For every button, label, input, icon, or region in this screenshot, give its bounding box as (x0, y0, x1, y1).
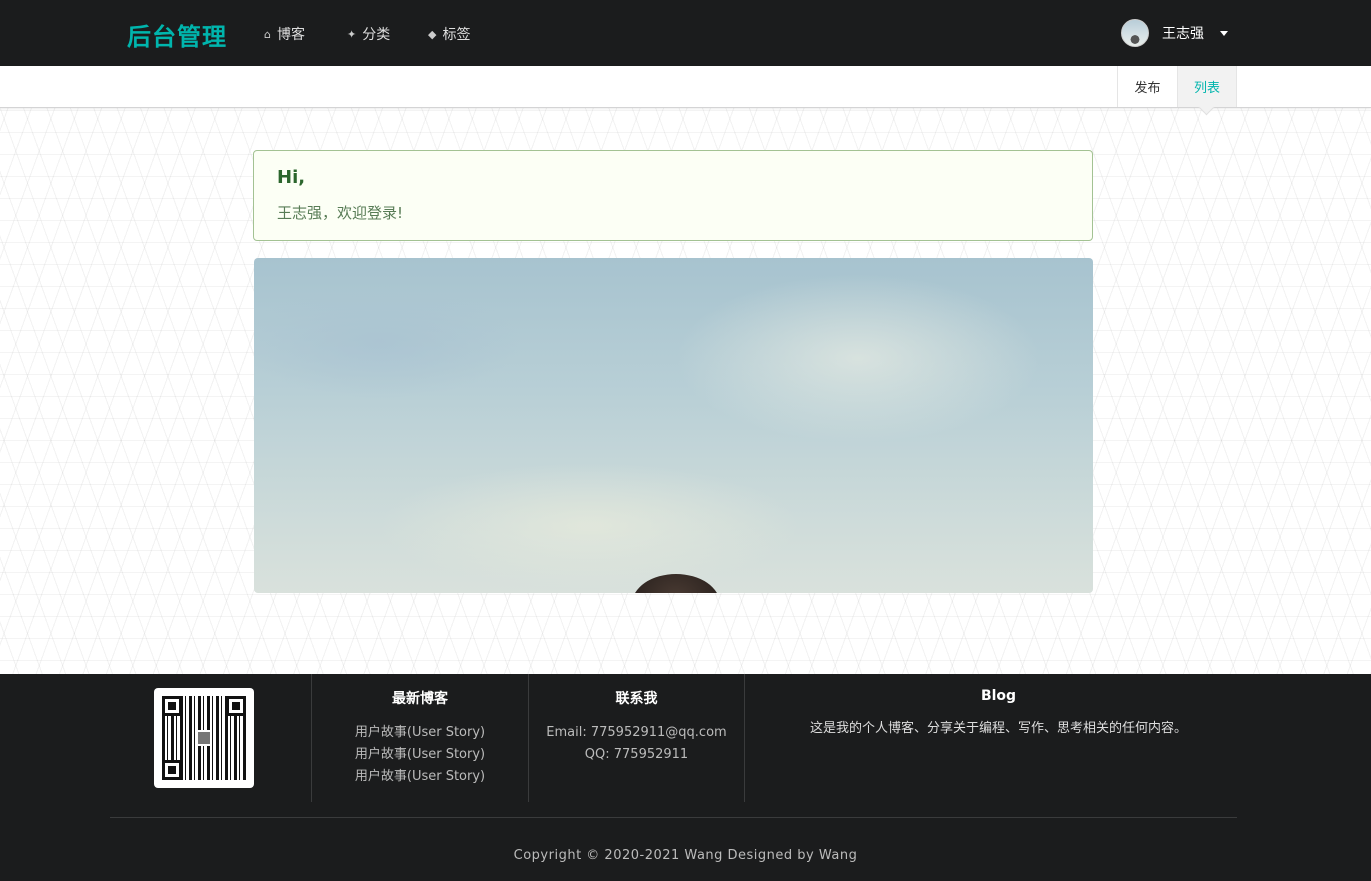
welcome-photo (254, 258, 1093, 593)
footer-contact-email: Email: 775952911@qq.com (546, 725, 727, 740)
person-head (632, 574, 720, 593)
footer-latest-item[interactable]: 用户故事(User Story) (312, 766, 528, 788)
footer-blog: Blog 这是我的个人博客、分享关于编程、写作、思考相关的任何内容。 (744, 674, 1252, 802)
footer-contact-qq: QQ: 775952911 (584, 747, 689, 762)
nav-item-tags[interactable]: ◆ 标签 (428, 24, 470, 44)
footer-latest-item[interactable]: 用户故事(User Story) (312, 744, 528, 766)
qr-code (154, 688, 254, 788)
footer-latest-blogs: 最新博客 用户故事(User Story) 用户故事(User Story) 用… (311, 674, 528, 802)
footer-latest-item[interactable]: 用户故事(User Story) (312, 722, 528, 744)
footer-divider (110, 817, 1237, 818)
message-text: 王志强，欢迎登录! (277, 204, 404, 222)
footer-latest-title: 最新博客 (392, 691, 448, 707)
message-header: Hi, (277, 167, 306, 188)
footer-blog-text: 这是我的个人博客、分享关于编程、写作、思考相关的任何内容。 (809, 721, 1187, 736)
qr-center-logo (196, 730, 212, 746)
nav-item-category[interactable]: ✦ 分类 (347, 24, 390, 44)
lightbulb-icon: ✦ (347, 27, 357, 41)
nav-item-label: 标签 (442, 27, 471, 43)
footer: 最新博客 用户故事(User Story) 用户故事(User Story) 用… (0, 674, 1371, 881)
home-icon: ⌂ (264, 27, 271, 41)
nav-item-blog[interactable]: ⌂ 博客 (264, 24, 305, 44)
nav-item-label: 分类 (362, 27, 391, 43)
tags-icon: ◆ (428, 27, 437, 41)
brand-logo[interactable]: 后台管理 (127, 17, 227, 52)
welcome-message: Hi, 王志强，欢迎登录! (253, 150, 1093, 241)
qr-finder (162, 696, 182, 716)
nav-item-label: 博客 (276, 27, 305, 43)
caret-down-icon (1220, 30, 1228, 36)
footer-contact-title: 联系我 (615, 691, 658, 707)
qr-finder (226, 696, 246, 716)
qr-finder (162, 760, 182, 780)
user-name: 王志强 (1162, 26, 1204, 42)
top-nav: 后台管理 ⌂ 博客 ✦ 分类 ◆ 标签 王志强 (0, 0, 1371, 66)
avatar (1121, 19, 1149, 47)
user-menu[interactable]: 王志强 (1121, 19, 1228, 47)
footer-contact: 联系我 Email: 775952911@qq.com QQ: 77595291… (528, 674, 744, 802)
footer-blog-title: Blog (980, 688, 1017, 704)
copyright: Copyright © 2020-2021 Wang Designed by W… (513, 848, 858, 863)
sub-menu-publish[interactable]: 发布 (1117, 66, 1177, 107)
sub-menu: 发布 列表 (0, 66, 1371, 108)
sub-menu-list[interactable]: 列表 (1177, 66, 1237, 107)
qr-code-pattern (162, 696, 246, 780)
